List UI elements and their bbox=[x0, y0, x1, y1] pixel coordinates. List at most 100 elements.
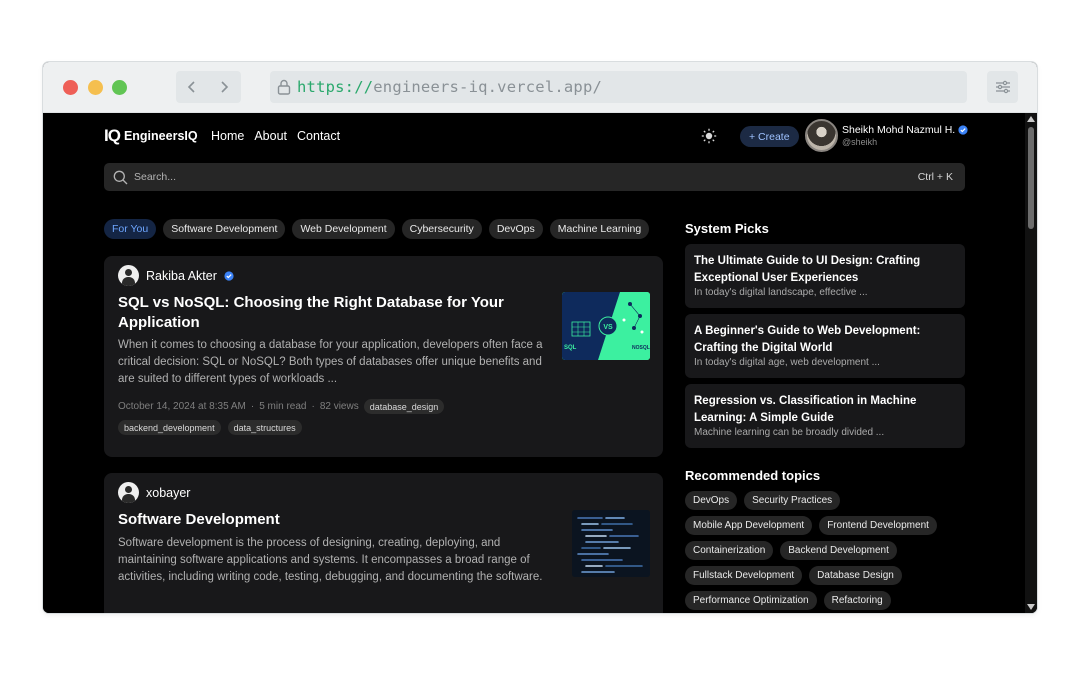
tab-software-development[interactable]: Software Development bbox=[163, 219, 286, 239]
url-text: https://engineers-iq.vercel.app/ bbox=[297, 78, 602, 96]
topic-chip[interactable]: Fullstack Development bbox=[685, 566, 803, 585]
chevron-right-icon bbox=[221, 81, 229, 93]
user-handle: @sheikh bbox=[842, 137, 878, 147]
nav-about-link[interactable]: About bbox=[254, 129, 287, 143]
topic-chip[interactable]: Backend Development bbox=[780, 541, 897, 560]
tab-web-development[interactable]: Web Development bbox=[292, 219, 395, 239]
post-read-time: 5 min read bbox=[259, 401, 307, 412]
pick-excerpt: In today's digital age, web development … bbox=[694, 357, 880, 368]
recommended-topics: DevOps Security Practices Mobile App Dev… bbox=[685, 491, 965, 610]
post-author[interactable]: xobayer bbox=[118, 482, 190, 503]
code-screen-illustration bbox=[572, 510, 650, 577]
post-tag[interactable]: data_structures bbox=[227, 420, 302, 435]
scroll-down-arrow-icon[interactable] bbox=[1027, 604, 1035, 610]
meta-separator: · bbox=[311, 401, 315, 412]
history-buttons bbox=[176, 71, 241, 103]
back-button[interactable] bbox=[176, 71, 208, 103]
nav-contact-link[interactable]: Contact bbox=[297, 129, 340, 143]
post-card[interactable]: xobayer Software Development Software de… bbox=[104, 473, 663, 613]
post-views: 82 views bbox=[319, 401, 359, 412]
maximize-window-button[interactable] bbox=[112, 80, 127, 95]
browser-toolbar: https://engineers-iq.vercel.app/ bbox=[43, 62, 1037, 113]
tab-devops[interactable]: DevOps bbox=[488, 219, 543, 239]
system-pick-item[interactable]: A Beginner's Guide to Web Development: C… bbox=[685, 314, 965, 378]
post-thumbnail[interactable]: VS SQL NOSQL bbox=[562, 292, 650, 360]
tab-machine-learning[interactable]: Machine Learning bbox=[549, 219, 650, 239]
post-date: October 14, 2024 at 8:35 AM bbox=[118, 401, 246, 412]
minimize-window-button[interactable] bbox=[88, 80, 103, 95]
system-pick-item[interactable]: The Ultimate Guide to UI Design: Craftin… bbox=[685, 244, 965, 308]
address-bar[interactable]: https://engineers-iq.vercel.app/ bbox=[270, 71, 967, 103]
close-window-button[interactable] bbox=[63, 80, 78, 95]
post-excerpt: Software development is the process of d… bbox=[118, 537, 543, 583]
nav-home-link[interactable]: Home bbox=[211, 129, 244, 143]
post-card[interactable]: Rakiba Akter SQL vs NoSQL: Choosing the … bbox=[104, 256, 663, 457]
search-shortcut-hint: Ctrl + K bbox=[917, 171, 953, 183]
topic-chip[interactable]: Refactoring bbox=[823, 591, 891, 610]
post-title[interactable]: SQL vs NoSQL: Choosing the Right Databas… bbox=[118, 293, 538, 332]
tab-cybersecurity[interactable]: Cybersecurity bbox=[401, 219, 482, 239]
topic-chip[interactable]: Containerization bbox=[685, 541, 774, 560]
user-name-text: Sheikh Mohd Nazmul H. bbox=[842, 124, 956, 136]
browser-settings-button[interactable] bbox=[987, 71, 1018, 103]
thumb-vs-label: VS bbox=[603, 324, 613, 331]
sun-icon bbox=[701, 128, 717, 144]
create-button[interactable]: + Create bbox=[740, 126, 799, 147]
url-scheme: https:// bbox=[297, 78, 374, 96]
forward-button[interactable] bbox=[208, 71, 240, 103]
search-placeholder: Search... bbox=[134, 171, 177, 183]
topic-chip[interactable]: DevOps bbox=[685, 491, 738, 510]
site-logo[interactable]: IQ EngineersIQ bbox=[104, 126, 198, 146]
post-thumbnail[interactable] bbox=[572, 510, 650, 577]
post-tag[interactable]: backend_development bbox=[118, 420, 221, 435]
user-avatar[interactable] bbox=[805, 119, 838, 152]
topic-chip[interactable]: Security Practices bbox=[744, 491, 841, 510]
topic-chip[interactable]: Performance Optimization bbox=[685, 591, 817, 610]
search-icon bbox=[113, 170, 128, 184]
page-scrollbar[interactable] bbox=[1025, 113, 1037, 613]
person-icon bbox=[118, 482, 139, 503]
pick-title: A Beginner's Guide to Web Development: C… bbox=[694, 325, 921, 354]
page-viewport: IQ EngineersIQ Home About Contact + Crea… bbox=[43, 113, 1037, 613]
pick-excerpt: In today's digital landscape, effective … bbox=[694, 287, 868, 298]
recommended-topics-heading: Recommended topics bbox=[685, 468, 821, 483]
topic-chip[interactable]: Database Design bbox=[809, 566, 902, 585]
theme-toggle-button[interactable] bbox=[701, 128, 717, 149]
lock-icon bbox=[277, 79, 291, 95]
topic-chip[interactable]: Frontend Development bbox=[819, 516, 937, 535]
post-meta: October 14, 2024 at 8:35 AM · 5 min read… bbox=[118, 399, 445, 414]
main-nav: Home About Contact bbox=[211, 129, 340, 143]
site-header: IQ EngineersIQ Home About Contact + Crea… bbox=[104, 119, 968, 152]
author-name: xobayer bbox=[146, 485, 191, 500]
tab-for-you[interactable]: For You bbox=[104, 219, 157, 239]
author-name: Rakiba Akter bbox=[146, 268, 217, 283]
verified-badge-icon bbox=[958, 125, 968, 135]
url-host: engineers-iq.vercel.app/ bbox=[373, 78, 603, 96]
post-tags: backend_development data_structures bbox=[118, 420, 302, 435]
sliders-icon bbox=[995, 80, 1010, 94]
thumb-sql-label: SQL bbox=[564, 345, 577, 351]
post-tag[interactable]: database_design bbox=[363, 399, 445, 414]
logo-mark: IQ bbox=[104, 126, 121, 145]
topic-chip[interactable]: Mobile App Development bbox=[685, 516, 813, 535]
pick-excerpt: Machine learning can be broadly divided … bbox=[694, 427, 885, 438]
scroll-up-arrow-icon[interactable] bbox=[1027, 116, 1035, 122]
logo-text: EngineersIQ bbox=[123, 129, 198, 143]
post-author[interactable]: Rakiba Akter bbox=[118, 265, 234, 286]
post-title[interactable]: Software Development bbox=[118, 510, 538, 530]
verified-badge-icon bbox=[224, 270, 234, 281]
browser-window: https://engineers-iq.vercel.app/ IQ Engi… bbox=[43, 62, 1037, 613]
sql-vs-nosql-illustration: VS SQL NOSQL bbox=[562, 292, 650, 360]
pick-title: Regression vs. Classification in Machine… bbox=[694, 395, 917, 424]
user-name[interactable]: Sheikh Mohd Nazmul H. bbox=[842, 124, 968, 136]
feed-tabs: For You Software Development Web Develop… bbox=[104, 219, 650, 239]
chevron-left-icon bbox=[187, 81, 195, 93]
meta-separator: · bbox=[250, 401, 255, 412]
thumb-nosql-label: NOSQL bbox=[632, 345, 650, 351]
scrollbar-thumb[interactable] bbox=[1028, 127, 1034, 229]
system-picks-heading: System Picks bbox=[685, 221, 769, 236]
post-excerpt: When it comes to choosing a database for… bbox=[118, 339, 543, 385]
system-pick-item[interactable]: Regression vs. Classification in Machine… bbox=[685, 384, 965, 448]
search-input[interactable]: Search... Ctrl + K bbox=[104, 163, 965, 191]
person-icon bbox=[118, 265, 139, 286]
